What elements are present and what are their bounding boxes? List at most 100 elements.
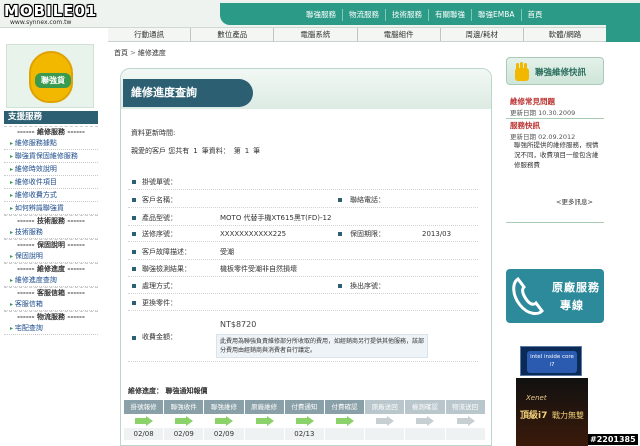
sidebar-item-delivery[interactable]: 宅配查詢 <box>4 322 98 335</box>
intel-ad[interactable]: intel inside core i7 <box>520 346 582 376</box>
news-link[interactable]: 服務快訊 <box>510 120 575 131</box>
bullet-icon <box>132 300 136 305</box>
phone-icon <box>512 276 544 315</box>
field-label: 收費金額： <box>142 333 177 341</box>
sidebar-item-warranty-info[interactable]: 保固說明 <box>4 250 98 263</box>
top-nav-home[interactable]: 首頁 <box>521 9 549 21</box>
breadcrumb-home[interactable]: 首頁 <box>114 49 128 57</box>
field-value: 受潮 <box>220 248 234 256</box>
sidebar-section-heading: ------ 維修服務 ------ <box>4 126 98 137</box>
progress-step-date: 02/09 <box>164 428 205 440</box>
field-label: 客戶名稱： <box>142 196 177 204</box>
sidebar-item-tech-service[interactable]: 技術服務 <box>4 226 98 239</box>
field-row-parts: 更換零件： <box>128 295 478 311</box>
progress-arrow-icon <box>245 414 285 428</box>
sidebar-item-identify[interactable]: 如何辨識聯強貨 <box>4 202 98 215</box>
field-row-fee: 收費金額： NT$8720 此費用為聯強負責維修部分所收取的費用，如經銷商另行提… <box>128 318 478 362</box>
progress-step: 付費確認 <box>324 400 366 446</box>
progress-step-date: 02/09 <box>204 428 245 440</box>
progress-arrow-icon <box>405 414 445 428</box>
sidebar-item-accepted-items[interactable]: 維修收件項目 <box>4 176 98 189</box>
game-ad[interactable]: Xenet 頂級i7 戰力無雙 <box>516 378 588 446</box>
progress-step: 掛號報修 02/08 <box>124 400 165 446</box>
hand-icon: 聯強貨 <box>29 51 73 103</box>
summary-text: 第 <box>233 147 241 155</box>
site-logo[interactable]: MOBILE01 www.synnex.com.tw <box>4 2 120 26</box>
field-value: XXXXXXXXXXX225 <box>220 230 287 238</box>
top-nav-services[interactable]: 聯強服務 <box>300 9 343 21</box>
top-nav-about[interactable]: 有關聯強 <box>429 9 472 21</box>
progress-steps: 掛號報修 02/08 聯強收件 02/09 聯強維修 02/09 原廠維修 付費通知 02/13… <box>124 400 486 446</box>
sidebar-section-heading: ------ 物流服務 ------ <box>4 311 98 322</box>
field-label: 客戶故障描述： <box>142 248 191 256</box>
field-row-handling: 處理方式： 換出序號： <box>128 278 478 294</box>
bullet-icon <box>338 284 342 288</box>
summary-text: 筆資料： <box>201 147 230 155</box>
main-nav-computer[interactable]: 電腦系統 <box>274 28 358 41</box>
progress-step-date <box>405 428 446 440</box>
progress-step-name: 掛號報修 <box>124 400 165 414</box>
news-description[interactable]: 聯強所提供的維修服務，視情況不同，收費項目一般包含維修服務費 <box>514 140 600 170</box>
sidebar-item-turnaround[interactable]: 維修時效說明 <box>4 163 98 176</box>
service-hotline-banner[interactable]: 原廠服務 專線 <box>506 269 604 323</box>
main-nav-mobile[interactable]: 行動通訊 <box>108 28 192 41</box>
sidebar-item-locations[interactable]: 維修服務據點 <box>4 137 98 150</box>
sidebar-item-repair-status[interactable]: 維修進度查詢 <box>4 274 98 287</box>
sidebar-section-heading: ------ 技術服務 ------ <box>4 215 98 226</box>
top-nav-logistics[interactable]: 物流服務 <box>343 9 386 21</box>
panel-header: 維修進度查詢 <box>121 69 491 109</box>
progress-step: 聯強收件 02/09 <box>164 400 205 446</box>
divider <box>506 118 604 119</box>
progress-step: 聯強維修 02/09 <box>204 400 245 446</box>
summary-text: 筆 <box>253 147 261 155</box>
breadcrumb: 首頁 > 維修進度 <box>114 48 166 58</box>
hand-icon <box>515 62 529 81</box>
brand-badge-box: 聯強貨 <box>6 44 94 108</box>
news-title: 聯強維修快訊 <box>535 68 587 78</box>
progress-title: 維修進度： 聯強通知報價 <box>128 387 208 395</box>
top-nav-tech[interactable]: 技術服務 <box>386 9 429 21</box>
field-row-customer: 客戶名稱： 聯絡電話： <box>128 192 478 208</box>
news-block: 服務快訊 更新日期 02.09.2012 <box>510 120 575 141</box>
fee-amount: NT$8720 <box>220 320 257 329</box>
breadcrumb-separator: > <box>130 49 136 57</box>
progress-step-name: 聯強維修 <box>204 400 245 414</box>
sidebar-item-mailbox[interactable]: 客服信箱 <box>4 298 98 311</box>
bullet-icon <box>132 249 136 254</box>
progress-step-date: 02/08 <box>124 428 165 440</box>
site-header: MOBILE01 www.synnex.com.tw 聯強服務 物流服務 技術服… <box>0 0 640 28</box>
field-label: 處理方式： <box>142 282 177 290</box>
more-news-link[interactable]: <更多訊息> <box>556 196 593 206</box>
ad-text: 戰力無雙 <box>552 411 584 420</box>
main-nav-software[interactable]: 軟體/網路 <box>524 28 606 41</box>
field-label: 聯強檢測結果： <box>142 265 191 273</box>
sidebar-section-heading: ------ 維修進度 ------ <box>4 263 98 274</box>
progress-step: 原廠維修 <box>244 400 285 446</box>
progress-arrow-icon <box>285 414 325 428</box>
progress-step-name: 付費通知 <box>284 400 325 414</box>
main-nav-digital[interactable]: 數位產品 <box>191 28 275 41</box>
faq-link[interactable]: 維修常見問題 <box>510 96 575 107</box>
progress-step-date <box>365 428 406 440</box>
bullet-icon <box>132 179 136 184</box>
field-row-ticket: 掛號單號： <box>128 174 478 190</box>
field-label: 換出序號： <box>350 282 385 290</box>
bullet-icon <box>338 232 342 236</box>
logo-url: www.synnex.com.tw <box>10 19 72 26</box>
fee-note: 此費用為聯強負責維修部分所收取的費用，如經銷商另行提供其他服務，該部分費用由經銷… <box>216 334 428 358</box>
breadcrumb-current: 維修進度 <box>137 49 166 57</box>
main-nav-components[interactable]: 電腦組件 <box>358 28 441 41</box>
nav-decoration <box>606 20 640 42</box>
progress-arrow-icon <box>204 414 244 428</box>
intel-badge: intel inside core i7 <box>527 351 577 373</box>
faq-date: 更新日期 10.30.2009 <box>510 109 576 117</box>
top-nav-emba[interactable]: 聯強EMBA <box>472 9 522 21</box>
sidebar-item-fees[interactable]: 維修收費方式 <box>4 189 98 202</box>
progress-arrow-icon <box>325 414 365 428</box>
sidebar-item-warranty-service[interactable]: 聯強貨保固維修服務 <box>4 150 98 163</box>
progress-step-name: 物流送回 <box>445 400 486 414</box>
main-nav-peripherals[interactable]: 周邊/耗材 <box>441 28 524 41</box>
bullet-icon <box>132 197 136 202</box>
progress-step: 付費通知 02/13 <box>284 400 325 446</box>
progress-step-name: 付費確認 <box>324 400 366 414</box>
